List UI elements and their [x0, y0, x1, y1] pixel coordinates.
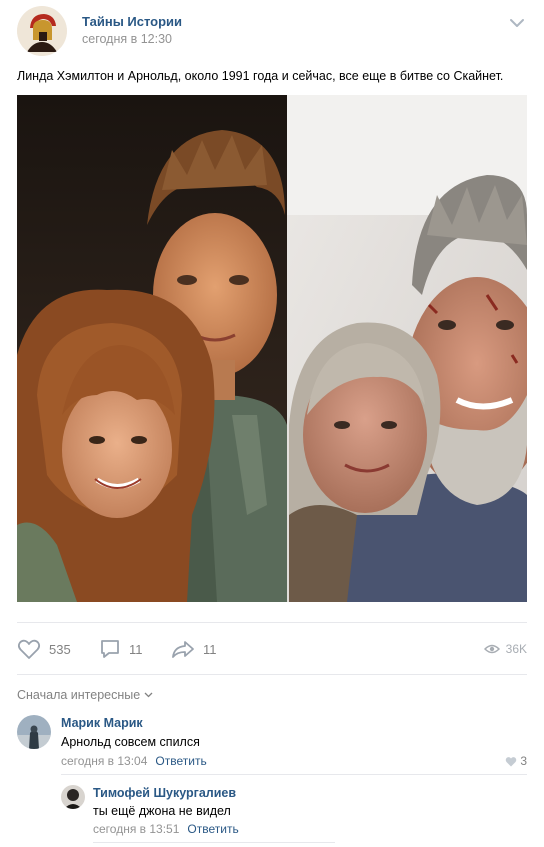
- heart-icon: [17, 639, 41, 659]
- like-count: 535: [49, 641, 71, 657]
- comment-text: Арнольд совсем спился: [61, 735, 200, 749]
- comment-text: ты ещё джона не видел: [93, 804, 231, 818]
- comment-icon: [101, 640, 119, 658]
- comment-time[interactable]: сегодня в 13:04: [61, 754, 147, 768]
- comment-time[interactable]: сегодня в 13:51: [93, 822, 179, 836]
- divider: [93, 842, 335, 843]
- comment-meta: сегодня в 13:51 Ответить: [93, 822, 239, 836]
- post-time[interactable]: сегодня в 12:30: [82, 32, 172, 46]
- comments-sort[interactable]: Сначала интересные: [17, 688, 153, 702]
- comment-meta: сегодня в 13:04 Ответить: [61, 754, 207, 768]
- group-avatar[interactable]: [17, 6, 67, 56]
- eye-icon: [483, 644, 500, 654]
- post-photo[interactable]: [17, 95, 527, 602]
- comment-reply: Тимофей Шукургалиев ты ещё джона не виде…: [61, 782, 527, 838]
- comment-button[interactable]: 11: [99, 632, 143, 666]
- divider: [17, 622, 527, 623]
- sort-label: Сначала интересные: [17, 688, 141, 702]
- views-count: 36K: [505, 642, 527, 656]
- reply-button[interactable]: Ответить: [187, 822, 238, 836]
- post-actions: 535 11 11 36K: [17, 632, 527, 666]
- reply-button[interactable]: Ответить: [155, 754, 206, 768]
- share-button[interactable]: 11: [171, 632, 217, 666]
- comment-author[interactable]: Тимофей Шукургалиев: [93, 786, 236, 800]
- avatar[interactable]: [61, 785, 85, 809]
- chevron-down-icon[interactable]: [509, 18, 525, 28]
- like-button[interactable]: 535: [17, 632, 71, 666]
- divider: [61, 774, 527, 775]
- post-text: Линда Хэмилтон и Арнольд, около 1991 год…: [17, 69, 504, 83]
- divider: [17, 674, 527, 675]
- comment-author[interactable]: Марик Марик: [61, 716, 143, 730]
- comment-like-button[interactable]: 3: [505, 754, 527, 768]
- share-count: 11: [203, 641, 217, 657]
- post-header: Тайны Истории сегодня в 12:30: [17, 6, 527, 56]
- comment-count: 11: [129, 641, 143, 657]
- group-name[interactable]: Тайны Истории: [82, 14, 182, 29]
- comment-like-count: 3: [520, 754, 527, 768]
- share-icon: [172, 641, 194, 658]
- comment: Марик Марик Арнольд совсем спился сегодн…: [17, 712, 527, 772]
- views-counter: 36K: [483, 632, 527, 666]
- avatar[interactable]: [17, 715, 51, 749]
- chevron-down-icon: [144, 692, 153, 698]
- heart-icon: [506, 756, 517, 766]
